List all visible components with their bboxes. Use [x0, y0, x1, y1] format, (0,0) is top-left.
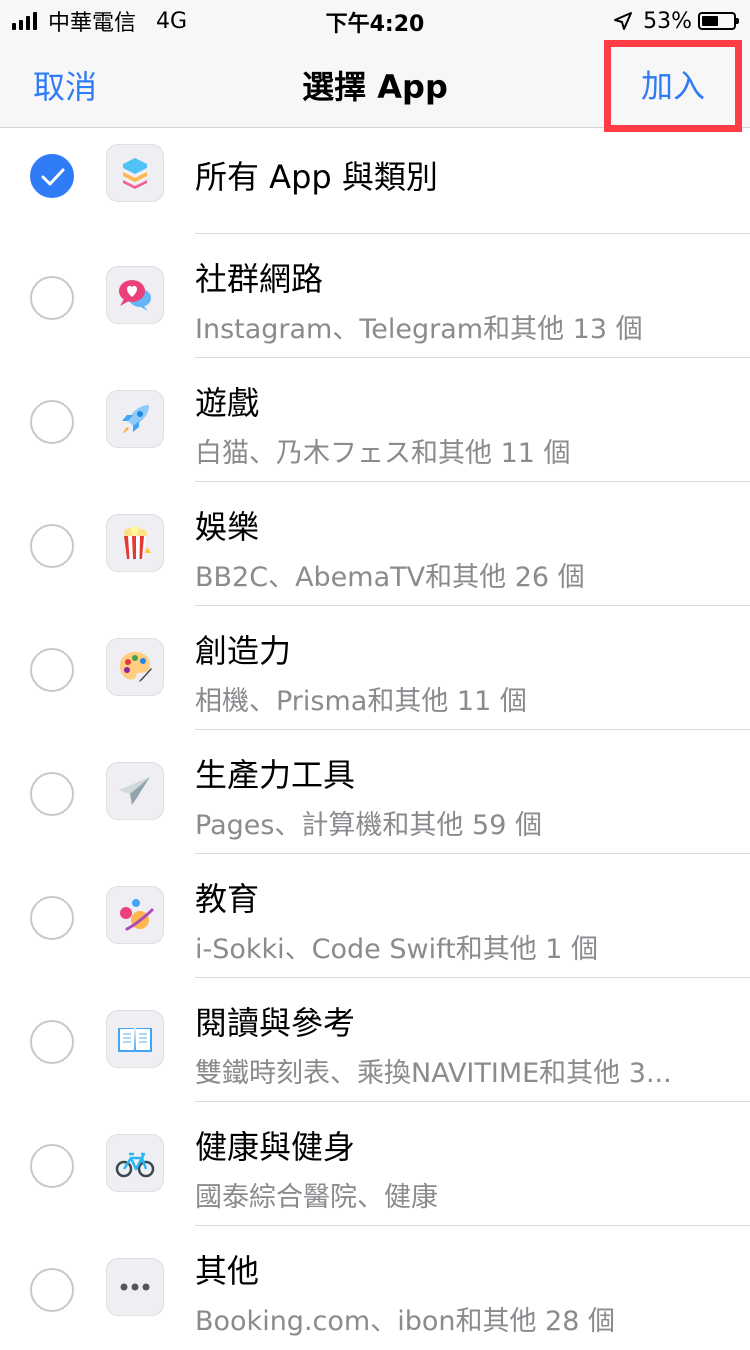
- list-item-reading[interactable]: 閱讀與參考 雙鐵時刻表、乘換NAVITIME和其他 3...: [0, 978, 750, 1102]
- status-right: 53%: [613, 6, 739, 36]
- nav-bar: 取消 選擇 App 加入: [0, 40, 750, 132]
- row-title: 遊戲: [195, 384, 260, 422]
- row-title: 創造力: [195, 632, 292, 670]
- location-arrow-icon: [614, 12, 633, 30]
- unchecked-radio[interactable]: [30, 276, 74, 320]
- row-title: 其他: [195, 1252, 260, 1290]
- bicycle-icon: [106, 1134, 164, 1192]
- rocket-icon: [106, 390, 164, 448]
- row-title: 生產力工具: [195, 756, 356, 794]
- checkmark-icon: [41, 168, 65, 186]
- list-item-entertainment[interactable]: 娛樂 BB2C、AbemaTV和其他 26 個: [0, 482, 750, 606]
- row-title: 教育: [195, 880, 260, 918]
- row-subtitle: Instagram、Telegram和其他 13 個: [195, 314, 643, 345]
- row-title: 社群網路: [195, 260, 324, 298]
- unchecked-radio[interactable]: [30, 400, 74, 444]
- list-item-health[interactable]: 健康與健身 國泰綜合醫院、健康: [0, 1102, 750, 1226]
- unchecked-radio[interactable]: [30, 1268, 74, 1312]
- add-button[interactable]: 加入: [641, 61, 705, 107]
- unchecked-radio[interactable]: [30, 1020, 74, 1064]
- list-item-creativity[interactable]: 創造力 相機、Prisma和其他 11 個: [0, 606, 750, 730]
- unchecked-radio[interactable]: [30, 648, 74, 692]
- palette-icon: [106, 638, 164, 696]
- list-item-education[interactable]: 教育 i-Sokki、Code Swift和其他 1 個: [0, 854, 750, 978]
- row-subtitle: Booking.com、ibon和其他 28 個: [195, 1306, 615, 1337]
- row-title: 娛樂: [195, 508, 260, 546]
- status-bar: 中華電信 4G 下午4:20 53%: [0, 0, 750, 40]
- popcorn-icon: [106, 514, 164, 572]
- row-subtitle: i-Sokki、Code Swift和其他 1 個: [195, 934, 599, 965]
- row-subtitle: 國泰綜合醫院、健康: [195, 1182, 438, 1213]
- list-item-games[interactable]: 遊戲 白猫、乃木フェス和其他 11 個: [0, 358, 750, 482]
- row-subtitle: 白猫、乃木フェス和其他 11 個: [195, 438, 571, 469]
- chat-heart-icon: [106, 266, 164, 324]
- unchecked-radio[interactable]: [30, 1144, 74, 1188]
- row-subtitle: 相機、Prisma和其他 11 個: [195, 686, 527, 717]
- list-item-productivity[interactable]: 生產力工具 Pages、計算機和其他 59 個: [0, 730, 750, 854]
- row-subtitle: 雙鐵時刻表、乘換NAVITIME和其他 3...: [195, 1058, 672, 1089]
- list-item-other[interactable]: 其他 Booking.com、ibon和其他 28 個: [0, 1226, 750, 1350]
- more-dots-icon: [106, 1258, 164, 1316]
- paper-plane-icon: [106, 762, 164, 820]
- stack-icon: [106, 144, 164, 202]
- row-subtitle: Pages、計算機和其他 59 個: [195, 810, 542, 841]
- planet-icon: [106, 886, 164, 944]
- category-list: 所有 App 與類別 社群網路 Instagram、Telegram和其他 13…: [0, 128, 750, 1350]
- list-item-social[interactable]: 社群網路 Instagram、Telegram和其他 13 個: [0, 234, 750, 358]
- checkmark-radio[interactable]: [30, 154, 74, 198]
- book-icon: [106, 1010, 164, 1068]
- add-button-highlight: 加入: [604, 40, 742, 132]
- row-title: 閱讀與參考: [195, 1004, 356, 1042]
- row-title: 所有 App 與類別: [195, 158, 438, 196]
- row-title: 健康與健身: [195, 1128, 356, 1166]
- list-item-all[interactable]: 所有 App 與類別: [0, 128, 750, 234]
- unchecked-radio[interactable]: [30, 896, 74, 940]
- unchecked-radio[interactable]: [30, 524, 74, 568]
- battery-icon: [698, 12, 739, 30]
- battery-percent: 53%: [643, 8, 692, 34]
- unchecked-radio[interactable]: [30, 772, 74, 816]
- row-subtitle: BB2C、AbemaTV和其他 26 個: [195, 562, 585, 593]
